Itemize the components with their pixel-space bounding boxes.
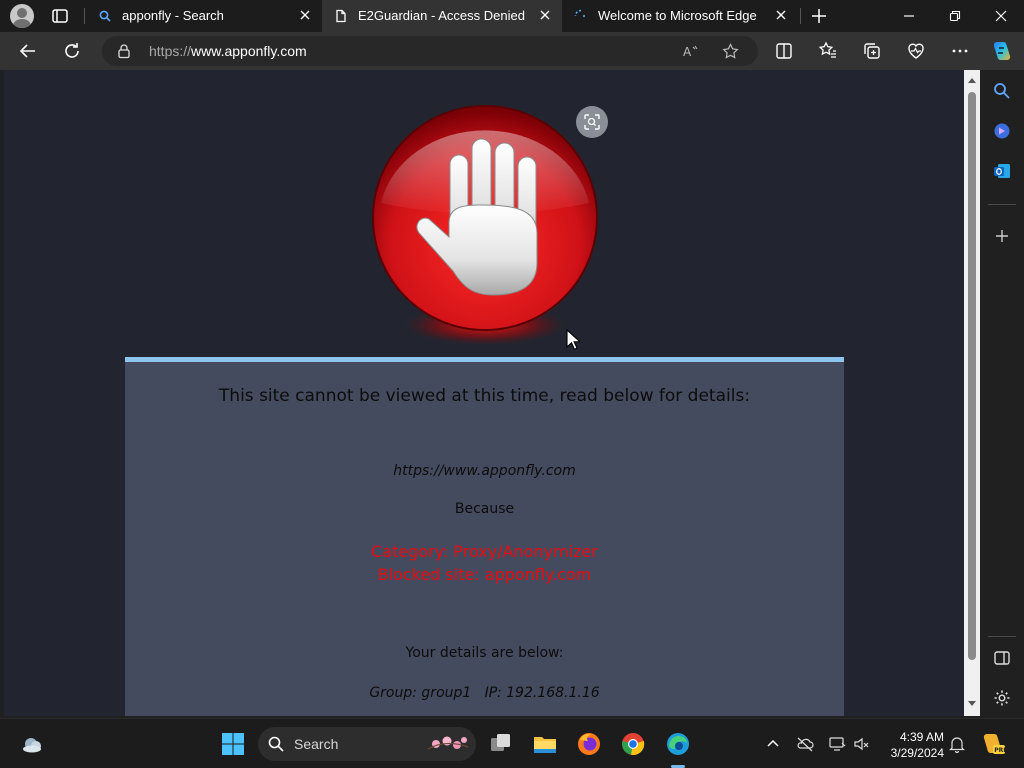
scroll-thumb[interactable]	[968, 92, 976, 660]
visual-search-icon	[584, 114, 600, 130]
clock-date: 3/29/2024	[890, 746, 944, 760]
outlook-icon[interactable]	[992, 161, 1012, 181]
page-scrollbar[interactable]	[964, 70, 980, 716]
cherry-blossom-icon	[427, 736, 469, 750]
favorite-star-icon[interactable]	[722, 43, 739, 60]
task-view-icon[interactable]	[488, 731, 514, 757]
new-tab-icon[interactable]	[808, 5, 830, 27]
restore-icon	[949, 10, 961, 22]
close-icon	[995, 10, 1007, 22]
because-label: Because	[454, 501, 515, 517]
read-aloud-icon[interactable]: A	[682, 43, 699, 60]
stop-hand-icon	[372, 105, 598, 345]
windows-taskbar: Search 4:39 AM 3/29/2024 PRE	[0, 718, 1024, 768]
tab-welcome-edge[interactable]: Welcome to Microsoft Edge	[562, 0, 798, 32]
url-text[interactable]: https://www.apponfly.com	[149, 43, 307, 59]
url-scheme: https://	[149, 43, 192, 59]
collections-icon	[864, 43, 880, 59]
weather-cloud-icon[interactable]	[20, 731, 46, 757]
clock-time: 4:39 AM	[899, 730, 944, 744]
back-button[interactable]	[16, 39, 40, 63]
firefox-icon[interactable]	[576, 731, 602, 757]
tab-strip: apponfly - Search E2Guardian - Access De…	[0, 0, 1024, 32]
volume-muted-icon[interactable]	[853, 735, 871, 753]
minimize-button[interactable]	[886, 0, 932, 32]
windows-start-icon[interactable]	[220, 731, 246, 757]
browser-toolbar: https://www.apponfly.com A	[0, 32, 1024, 70]
tab-e2guardian[interactable]: E2Guardian - Access Denied	[322, 0, 562, 32]
sidebar-divider	[988, 636, 1016, 637]
svg-text:PRE: PRE	[994, 747, 1006, 754]
document-icon	[336, 9, 346, 23]
heart-pulse-icon	[908, 43, 924, 59]
edge-sidebar	[980, 70, 1024, 716]
restore-button[interactable]	[932, 0, 978, 32]
favorites-button[interactable]	[816, 39, 840, 63]
onedrive-offline-icon[interactable]	[796, 735, 814, 753]
close-tab-icon[interactable]	[298, 8, 312, 22]
favorites-icon	[818, 41, 836, 58]
copilot-pre-icon[interactable]: PRE	[980, 731, 1006, 757]
edge-icon[interactable]	[665, 731, 691, 757]
more-dots-icon	[952, 49, 968, 53]
collections-button[interactable]	[860, 39, 884, 63]
system-clock[interactable]: 4:39 AM 3/29/2024	[884, 729, 944, 761]
close-tab-icon[interactable]	[538, 8, 552, 22]
copilot-icon	[993, 42, 1011, 60]
visual-search-button[interactable]	[576, 106, 608, 138]
url-host: www.apponfly.com	[191, 43, 307, 59]
page-viewport: This site cannot be viewed at this time,…	[4, 70, 964, 716]
address-bar[interactable]: https://www.apponfly.com A	[102, 36, 758, 66]
tab-title: E2Guardian - Access Denied	[358, 8, 525, 23]
loading-icon	[574, 9, 585, 17]
search-icon	[268, 736, 284, 752]
minimize-icon	[904, 15, 914, 17]
refresh-icon	[65, 43, 79, 58]
gear-icon[interactable]	[992, 688, 1012, 708]
block-heading: This site cannot be viewed at this time,…	[218, 386, 751, 406]
block-category: Category: Proxy/Anonymizer	[371, 542, 598, 561]
tab-search[interactable]: apponfly - Search	[86, 0, 322, 32]
refresh-button[interactable]	[60, 39, 84, 63]
file-explorer-icon[interactable]	[532, 731, 558, 757]
display-icon[interactable]	[828, 735, 846, 753]
close-window-button[interactable]	[978, 0, 1024, 32]
tab-title: apponfly - Search	[122, 8, 224, 23]
access-denied-panel: This site cannot be viewed at this time,…	[125, 357, 844, 716]
copilot-button[interactable]	[989, 39, 1013, 63]
split-screen-icon	[776, 43, 792, 59]
block-reason: Category: Proxy/Anonymizer Blocked site:…	[125, 540, 844, 586]
settings-more-button[interactable]	[948, 39, 972, 63]
scroll-down-icon[interactable]	[967, 700, 977, 708]
close-tab-icon[interactable]	[774, 8, 788, 22]
notification-bell-icon[interactable]	[948, 735, 966, 753]
tab-divider	[84, 8, 85, 24]
mouse-pointer-icon	[566, 329, 580, 351]
chevron-up-icon[interactable]	[764, 735, 782, 753]
tab-title: Welcome to Microsoft Edge	[598, 8, 757, 23]
add-icon[interactable]	[992, 226, 1012, 246]
back-arrow-icon	[19, 44, 35, 58]
search-icon[interactable]	[992, 81, 1012, 101]
taskbar-search-label: Search	[294, 736, 339, 752]
taskbar-search[interactable]: Search	[258, 727, 476, 761]
blocked-url: https://www.apponfly.com	[393, 463, 576, 479]
split-screen-button[interactable]	[772, 39, 796, 63]
lock-icon[interactable]	[116, 43, 132, 59]
blocked-site: Blocked site: apponfly.com	[377, 565, 592, 584]
svg-text:A: A	[683, 45, 692, 59]
tab-actions-icon[interactable]	[50, 6, 70, 26]
copilot-icon[interactable]	[992, 121, 1012, 141]
user-details: Group: group1 IP: 192.168.1.16	[369, 685, 600, 701]
details-heading: Your details are below:	[405, 645, 564, 661]
search-icon	[99, 10, 111, 22]
scroll-up-icon[interactable]	[967, 76, 977, 84]
browser-essentials-button[interactable]	[904, 39, 928, 63]
profile-avatar-icon[interactable]	[10, 4, 34, 28]
sidebar-divider	[988, 204, 1016, 205]
hide-sidebar-icon[interactable]	[992, 648, 1012, 668]
chrome-icon[interactable]	[620, 731, 646, 757]
tab-divider	[800, 8, 801, 24]
